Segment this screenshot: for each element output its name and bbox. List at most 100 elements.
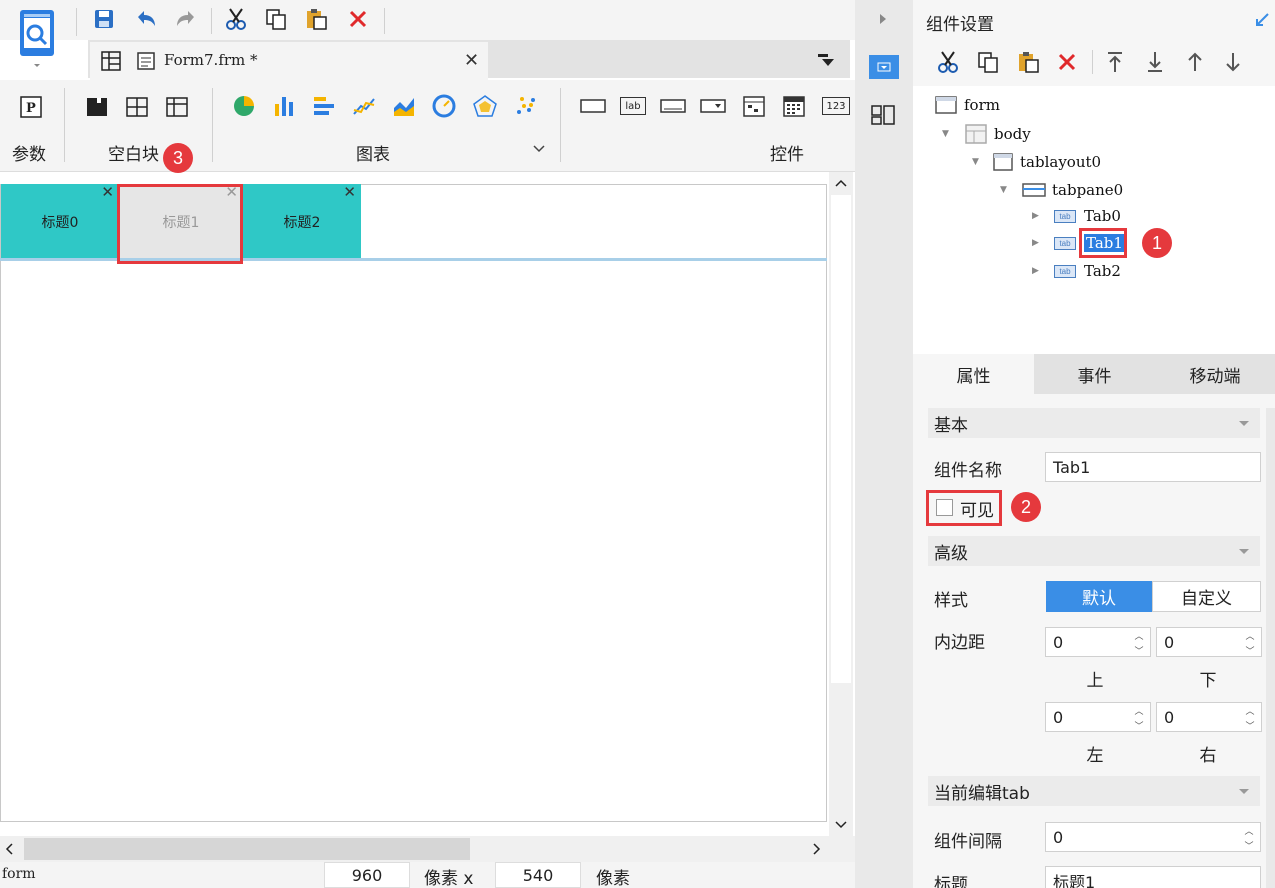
area-chart-icon[interactable] [392,94,416,118]
style-default-button[interactable]: 默认 [1046,581,1152,612]
pin-icon[interactable] [1254,12,1270,28]
padding-left-input[interactable]: 0 ︿ ﹀ [1045,702,1151,732]
gap-label: 组件间隔 [934,832,1002,852]
canvas-width-input[interactable]: 960 [324,862,410,888]
canvas-tab-0[interactable]: 标题0 ✕ [1,184,119,259]
pie-chart-icon[interactable] [232,94,256,118]
collapsed-arrow-icon[interactable]: ▶ [1032,211,1044,221]
tree-node-tab0[interactable]: ▶ tab Tab0 [1032,205,1121,227]
save-icon[interactable] [90,5,118,33]
gap-input[interactable]: 0 ︿ ﹀ [1045,822,1261,852]
close-tab-icon[interactable]: ✕ [464,50,479,71]
collapse-icon[interactable] [1238,547,1250,555]
collapsed-arrow-icon[interactable]: ▶ [1032,266,1044,276]
split-block-icon[interactable] [126,97,148,117]
tree-node-tablayout[interactable]: ▼ tablayout0 [972,151,1101,173]
scroll-up-icon[interactable] [834,178,848,188]
close-icon[interactable]: ✕ [101,185,114,200]
scroll-down-icon[interactable] [834,820,848,830]
tree-node-form[interactable]: form [934,94,1000,116]
button-control-icon[interactable] [580,97,606,115]
paste-icon[interactable] [1016,50,1040,74]
spinner-arrows-icon[interactable]: ︿ ﹀ [1129,629,1149,657]
delete-icon[interactable] [344,5,372,33]
redo-icon[interactable] [172,5,200,33]
radar-chart-icon[interactable] [472,94,498,118]
number-control-icon[interactable]: 123 [822,97,850,115]
padding-bottom-input[interactable]: 0 ︿ ﹀ [1156,627,1262,657]
canvas-height-input[interactable]: 540 [495,862,581,888]
tab-title-label: 标题 [934,875,968,888]
paste-icon[interactable] [302,5,330,33]
move-down-icon[interactable] [1222,50,1244,74]
scroll-left-icon[interactable] [4,842,14,856]
tab-events[interactable]: 事件 [1034,354,1155,394]
padding-top-input[interactable]: 0 ︿ ﹀ [1045,627,1151,657]
undo-icon[interactable] [132,5,160,33]
parameter-icon[interactable]: P [20,96,42,118]
properties-scrollbar[interactable] [1266,408,1275,888]
delete-icon[interactable] [1056,51,1078,73]
expanded-arrow-icon[interactable]: ▼ [972,157,984,167]
dropdown-control-icon[interactable] [700,97,726,115]
scatter-chart-icon[interactable] [514,94,538,118]
padding-right-input[interactable]: 0 ︿ ﹀ [1156,702,1262,732]
form-file-icon [136,51,156,71]
canvas-tab-2[interactable]: 标题2 ✕ [243,184,361,259]
absolute-block-icon[interactable] [86,97,108,117]
app-logo-icon[interactable] [14,8,60,70]
calendar-control-icon[interactable] [782,94,806,118]
ribbon-group-blank-blocks: 空白块 [108,145,159,165]
status-selected-component: form [2,866,36,882]
textbox-control-icon[interactable] [660,97,686,115]
spinner-arrows-icon[interactable]: ︿ ﹀ [1240,629,1260,657]
component-name-input[interactable]: Tab1 [1045,452,1261,482]
bar-chart-icon[interactable] [272,94,296,118]
date-control-icon[interactable] [742,94,766,118]
gauge-chart-icon[interactable] [432,94,456,118]
collapse-icon[interactable] [1238,419,1250,427]
line-chart-icon[interactable] [352,94,376,118]
spinner-arrows-icon[interactable]: ︿ ﹀ [1239,824,1259,852]
tab-menu-icon[interactable] [816,52,836,68]
design-canvas[interactable] [0,184,827,822]
section-advanced[interactable]: 高级 [928,536,1260,566]
grid-layout-icon[interactable] [100,50,122,72]
cut-icon[interactable] [936,50,960,74]
tree-node-body[interactable]: ▼ body [942,123,1031,145]
tree-node-label: Tab0 [1084,207,1121,225]
tree-node-tabpane[interactable]: ▼ tabpane0 [1000,179,1123,201]
copy-icon[interactable] [262,5,290,33]
expanded-arrow-icon[interactable]: ▼ [942,129,954,139]
label-control-icon[interactable]: lab [620,97,646,115]
section-basic[interactable]: 基本 [928,408,1260,438]
move-to-top-icon[interactable] [1104,50,1126,74]
widget-library-icon[interactable] [870,104,896,126]
tab-title-input[interactable]: 标题1 [1045,866,1261,888]
scroll-right-icon[interactable] [812,842,822,856]
vertical-scroll-thumb[interactable] [831,195,851,683]
cut-icon[interactable] [222,5,250,33]
collapsed-arrow-icon[interactable]: ▶ [1032,238,1044,248]
chevron-down-icon[interactable] [532,144,546,154]
move-to-bottom-icon[interactable] [1144,50,1166,74]
spinner-arrows-icon[interactable]: ︿ ﹀ [1129,704,1149,732]
section-current-tab[interactable]: 当前编辑tab [928,776,1260,806]
horizontal-scroll-thumb[interactable] [24,838,470,860]
style-custom-button[interactable]: 自定义 [1152,581,1261,612]
copy-icon[interactable] [976,50,1000,74]
tab-properties[interactable]: 属性 [913,354,1034,394]
expanded-arrow-icon[interactable]: ▼ [1000,185,1012,195]
tab-mobile[interactable]: 移动端 [1155,354,1275,394]
horizontal-bar-icon[interactable] [312,94,336,118]
tree-node-tab2[interactable]: ▶ tab Tab2 [1032,260,1121,282]
file-tab-title[interactable]: Form7.frm * [164,51,258,69]
ribbon-divider [560,88,561,162]
collapse-arrow-icon[interactable] [878,12,888,26]
move-up-icon[interactable] [1184,50,1206,74]
component-settings-icon[interactable] [869,55,899,79]
spinner-arrows-icon[interactable]: ︿ ﹀ [1240,704,1260,732]
close-icon[interactable]: ✕ [343,185,356,200]
tab-block-icon[interactable] [166,97,188,117]
collapse-icon[interactable] [1238,787,1250,795]
